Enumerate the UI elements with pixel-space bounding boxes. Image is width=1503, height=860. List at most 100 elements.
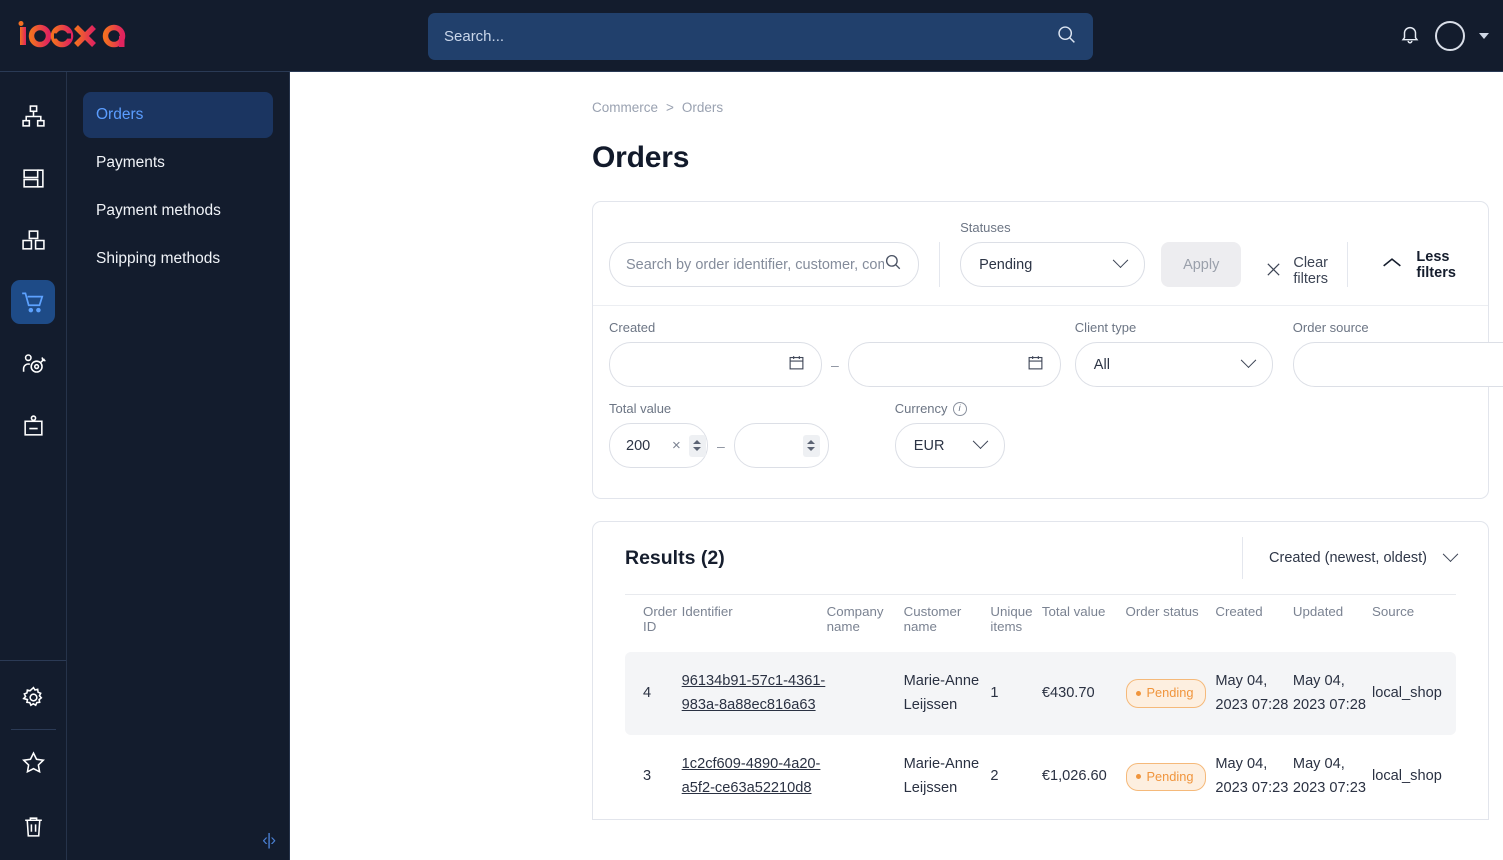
chevron-down-icon <box>1442 545 1459 562</box>
collapse-sidebar-toggle[interactable]: ‹|› <box>262 830 276 850</box>
cell-customer-name: Marie-Anne Leijssen <box>903 756 980 796</box>
filters-row-total-value: Total value × – <box>609 401 1472 468</box>
cell-total-value: €1,026.60 <box>1041 768 1107 785</box>
order-source-input-shell[interactable] <box>1292 342 1503 387</box>
cell-created: May 04, 2023 07:28 <box>1215 652 1293 736</box>
total-value-to-stepper[interactable] <box>802 434 820 457</box>
trash-icon[interactable] <box>11 804 55 848</box>
bell-icon[interactable] <box>1399 23 1421 50</box>
total-value-to-field[interactable] <box>733 423 829 468</box>
table-row[interactable]: 3 1c2cf609-4890-4a20-a5f2-ce63a52210d8 M… <box>625 735 1456 818</box>
sub-navigation: Orders Payments Payment methods Shipping… <box>67 72 290 860</box>
calendar-icon[interactable] <box>788 354 805 376</box>
cell-customer-name: Marie-Anne Leijssen <box>903 652 991 736</box>
sidebar-item-label: Orders <box>96 106 144 123</box>
cell-updated: May 04, 2023 07:28 <box>1292 652 1373 736</box>
column-identifier[interactable]: Identifier <box>681 594 827 652</box>
search-input[interactable] <box>444 28 1056 45</box>
breadcrumb-item-commerce[interactable]: Commerce <box>592 100 658 115</box>
chevron-down-icon <box>1112 252 1129 269</box>
clear-total-value-icon[interactable]: × <box>672 437 681 454</box>
apply-button[interactable]: Apply <box>1161 242 1242 287</box>
customer-target-icon[interactable] <box>11 342 55 386</box>
search-icon[interactable] <box>1056 24 1077 50</box>
column-source[interactable]: Source <box>1372 594 1456 652</box>
table-row[interactable]: 4 96134b91-57c1-4361-983a-8a88ec816a63 M… <box>625 652 1456 736</box>
breadcrumb-separator: > <box>666 100 674 115</box>
chevron-down-icon[interactable] <box>1479 33 1489 39</box>
created-from-field[interactable] <box>609 342 822 387</box>
column-customer-name[interactable]: Customer name <box>903 594 991 652</box>
total-value-field: Total value × – <box>609 401 829 468</box>
avatar[interactable] <box>1435 21 1465 51</box>
statuses-field: Statuses Pending <box>960 220 1146 287</box>
content-item-icon[interactable] <box>11 404 55 448</box>
orders-table-head: Order ID Identifier Company name Custome… <box>625 594 1456 652</box>
sort-value: Created (newest, oldest) <box>1269 550 1427 566</box>
cell-identifier: 96134b91-57c1-4361-983a-8a88ec816a63 <box>681 652 827 736</box>
total-value-to-input[interactable] <box>750 437 803 454</box>
sitemap-icon[interactable] <box>11 94 55 138</box>
sort-select[interactable]: Created (newest, oldest) <box>1242 537 1459 579</box>
calendar-icon[interactable] <box>1027 354 1044 376</box>
currency-label-text: Currency <box>894 401 948 416</box>
sidebar-item-payments[interactable]: Payments <box>83 140 273 186</box>
results-title: Results (2) <box>625 546 725 569</box>
total-value-from-stepper[interactable] <box>688 434 706 457</box>
total-value-from-input[interactable] <box>626 437 664 454</box>
main-content: Commerce > Orders Orders Search by order… <box>290 72 1503 860</box>
order-identifier-link[interactable]: 1c2cf609-4890-4a20-a5f2-ce63a52210d8 <box>682 756 821 796</box>
gear-icon[interactable] <box>11 675 55 719</box>
cell-company-name <box>827 735 904 818</box>
order-source-input[interactable] <box>1309 356 1503 373</box>
cell-updated: May 04, 2023 07:23 <box>1292 756 1366 796</box>
created-to-field[interactable] <box>847 342 1061 387</box>
toggle-filters-button[interactable]: Less filters <box>1347 242 1472 287</box>
currency-select[interactable]: EUR <box>894 423 1005 468</box>
order-identifier-link[interactable]: 96134b91-57c1-4361-983a-8a88ec816a63 <box>682 673 826 713</box>
search-icon[interactable] <box>884 253 902 276</box>
info-icon[interactable]: i <box>952 401 967 416</box>
currency-field: Currency i EUR <box>894 401 1005 468</box>
client-type-select[interactable]: All <box>1074 342 1273 387</box>
column-order-id[interactable]: Order ID <box>625 594 682 652</box>
cart-icon[interactable] <box>11 280 55 324</box>
clear-filters-button[interactable]: Clear filters <box>1265 255 1347 287</box>
column-updated[interactable]: Updated <box>1292 594 1373 652</box>
order-source-label: Order source <box>1292 320 1369 335</box>
order-search-input[interactable] <box>626 256 885 273</box>
star-icon[interactable] <box>11 740 55 784</box>
filters-secondary-rows: Created – Client type All Order source T… <box>593 306 1503 498</box>
sidebar-item-shipping-methods[interactable]: Shipping methods <box>83 236 273 282</box>
sidebar-item-orders[interactable]: Orders <box>83 92 273 138</box>
column-unique-items[interactable]: Unique items <box>990 594 1042 652</box>
client-type-label: Client type <box>1074 320 1137 335</box>
layouts-icon[interactable] <box>11 156 55 200</box>
page-title: Orders <box>592 141 690 174</box>
cell-company-name <box>826 652 904 736</box>
column-total-value[interactable]: Total value <box>1041 594 1126 652</box>
products-icon[interactable] <box>11 218 55 262</box>
created-from-input[interactable] <box>626 356 788 373</box>
column-created[interactable]: Created <box>1215 594 1293 652</box>
chevron-down-icon <box>1240 352 1257 369</box>
column-order-status[interactable]: Order status <box>1125 594 1216 652</box>
ibexa-logo[interactable] <box>18 20 268 51</box>
created-to-input[interactable] <box>864 356 1027 373</box>
order-search-field <box>609 242 920 287</box>
total-value-from-field[interactable]: × <box>609 423 708 468</box>
orders-table: Order ID Identifier Company name Custome… <box>625 594 1456 819</box>
sidebar-item-payment-methods[interactable]: Payment methods <box>83 188 273 234</box>
status-badge: Pending <box>1125 679 1207 708</box>
statuses-select[interactable]: Pending <box>960 242 1146 287</box>
chevron-up-icon <box>1382 256 1402 273</box>
cell-unique-items: 2 <box>990 768 999 785</box>
created-label: Created <box>609 320 656 335</box>
status-badge-label: Pending <box>1146 685 1194 701</box>
results-panel: Results (2) Created (newest, oldest) Ord… <box>592 521 1489 820</box>
global-search[interactable] <box>428 13 1093 60</box>
breadcrumb-item-orders[interactable]: Orders <box>682 100 723 115</box>
sidebar-item-label: Payment methods <box>96 202 221 219</box>
cell-order-status: Pending <box>1125 735 1216 818</box>
column-company-name[interactable]: Company name <box>826 594 904 652</box>
